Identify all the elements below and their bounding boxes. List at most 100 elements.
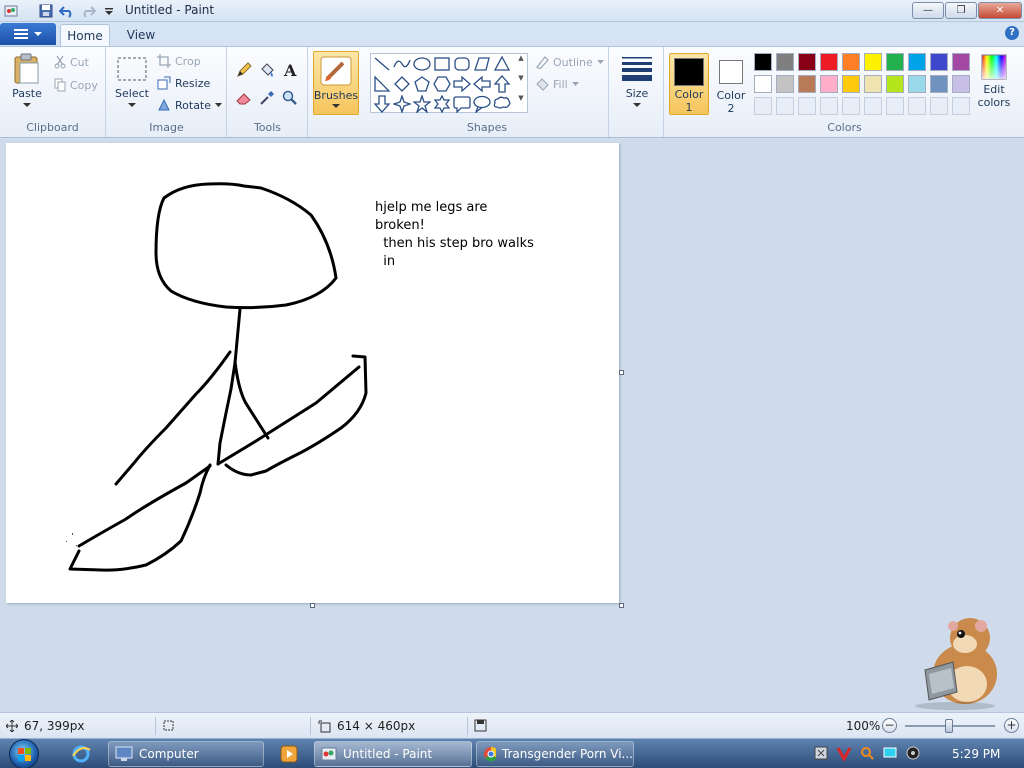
rounded-callout-shape-icon[interactable] <box>453 95 471 113</box>
eraser-icon[interactable] <box>234 88 254 108</box>
edit-colors-button[interactable]: Edit colors <box>976 53 1012 109</box>
redo-icon[interactable] <box>79 2 97 20</box>
color2-button[interactable]: Color 2 <box>711 53 751 115</box>
palette-color-swatch[interactable] <box>798 53 816 71</box>
curve-shape-icon[interactable] <box>393 55 411 73</box>
tab-view[interactable]: View <box>116 24 166 46</box>
palette-empty-swatch[interactable] <box>754 97 772 115</box>
six-point-star-shape-icon[interactable] <box>433 95 451 113</box>
rectangle-shape-icon[interactable] <box>433 55 451 73</box>
palette-empty-swatch[interactable] <box>908 97 926 115</box>
help-button[interactable]: ? <box>1005 26 1019 40</box>
palette-color-swatch[interactable] <box>820 75 838 93</box>
tray-settings-icon[interactable] <box>812 744 830 762</box>
undo-icon[interactable] <box>58 2 76 20</box>
drawing-canvas[interactable]: hjelp me legs are broken! then his step … <box>6 143 619 603</box>
tray-antivirus-icon[interactable] <box>835 744 853 762</box>
right-triangle-shape-icon[interactable] <box>373 75 391 93</box>
line-shape-icon[interactable] <box>373 55 391 73</box>
tray-display-icon[interactable] <box>881 744 899 762</box>
taskbar-computer-button[interactable]: Computer <box>108 741 264 767</box>
text-tool-icon[interactable]: A <box>280 60 300 80</box>
resize-handle-corner[interactable] <box>619 603 624 608</box>
palette-color-swatch[interactable] <box>930 53 948 71</box>
resize-button[interactable]: Resize <box>157 76 210 90</box>
five-point-star-shape-icon[interactable] <box>413 95 431 113</box>
palette-color-swatch[interactable] <box>776 75 794 93</box>
resize-handle-bottom[interactable] <box>310 603 315 608</box>
rotate-button[interactable]: Rotate <box>157 98 223 112</box>
customize-qa-icon[interactable] <box>100 2 118 20</box>
tray-volume-icon[interactable] <box>904 744 922 762</box>
internet-explorer-icon[interactable] <box>70 743 92 765</box>
shapes-scroll-up[interactable]: ▲ <box>514 54 528 72</box>
media-player-icon[interactable] <box>278 743 300 765</box>
select-button[interactable]: Select <box>115 55 149 108</box>
oval-callout-shape-icon[interactable] <box>473 95 491 113</box>
zoom-in-button[interactable]: + <box>1004 718 1019 733</box>
palette-empty-swatch[interactable] <box>886 97 904 115</box>
crop-button[interactable]: Crop <box>157 54 201 68</box>
palette-empty-swatch[interactable] <box>930 97 948 115</box>
polygon-shape-icon[interactable] <box>473 55 491 73</box>
palette-empty-swatch[interactable] <box>776 97 794 115</box>
palette-color-swatch[interactable] <box>952 75 970 93</box>
tray-search-icon[interactable] <box>858 744 876 762</box>
palette-color-swatch[interactable] <box>842 53 860 71</box>
palette-color-swatch[interactable] <box>754 75 772 93</box>
palette-color-swatch[interactable] <box>886 53 904 71</box>
four-point-star-shape-icon[interactable] <box>393 95 411 113</box>
fill-bucket-icon[interactable] <box>257 60 277 80</box>
outline-button[interactable]: Outline <box>535 55 604 69</box>
pentagon-shape-icon[interactable] <box>413 75 431 93</box>
maximize-button[interactable]: ❐ <box>945 2 977 19</box>
diamond-shape-icon[interactable] <box>393 75 411 93</box>
minimize-button[interactable]: — <box>912 2 944 19</box>
palette-color-swatch[interactable] <box>776 53 794 71</box>
left-arrow-shape-icon[interactable] <box>473 75 491 93</box>
copy-button[interactable]: Copy <box>54 78 98 92</box>
palette-color-swatch[interactable] <box>864 75 882 93</box>
resize-handle-right[interactable] <box>619 370 624 375</box>
taskbar-chrome-button[interactable]: Transgender Porn Vi... <box>476 741 634 767</box>
cut-button[interactable]: Cut <box>54 55 89 69</box>
palette-color-swatch[interactable] <box>952 53 970 71</box>
palette-color-swatch[interactable] <box>798 75 816 93</box>
right-arrow-shape-icon[interactable] <box>453 75 471 93</box>
paint-app-icon[interactable] <box>2 2 20 20</box>
tab-home[interactable]: Home <box>60 24 110 46</box>
hexagon-shape-icon[interactable] <box>433 75 451 93</box>
palette-color-swatch[interactable] <box>908 75 926 93</box>
triangle-shape-icon[interactable] <box>493 55 511 73</box>
palette-color-swatch[interactable] <box>930 75 948 93</box>
zoom-slider-thumb[interactable] <box>945 719 953 733</box>
palette-empty-swatch[interactable] <box>842 97 860 115</box>
color-picker-icon[interactable] <box>257 88 277 108</box>
rounded-rectangle-shape-icon[interactable] <box>453 55 471 73</box>
palette-color-swatch[interactable] <box>908 53 926 71</box>
color1-button[interactable]: Color 1 <box>669 53 709 115</box>
fill-button[interactable]: Fill <box>535 77 579 91</box>
shapes-scroll-down[interactable]: ▼ <box>514 74 528 92</box>
taskbar-clock[interactable]: 5:29 PM <box>952 747 1000 761</box>
zoom-out-button[interactable]: − <box>882 718 897 733</box>
brushes-button[interactable]: Brushes <box>313 51 359 115</box>
palette-empty-swatch[interactable] <box>864 97 882 115</box>
palette-color-swatch[interactable] <box>842 75 860 93</box>
palette-color-swatch[interactable] <box>754 53 772 71</box>
oval-shape-icon[interactable] <box>413 55 431 73</box>
palette-color-swatch[interactable] <box>886 75 904 93</box>
pencil-icon[interactable] <box>234 60 254 80</box>
cloud-callout-shape-icon[interactable] <box>493 95 511 113</box>
palette-empty-swatch[interactable] <box>798 97 816 115</box>
paste-button[interactable]: Paste <box>8 53 46 108</box>
palette-empty-swatch[interactable] <box>952 97 970 115</box>
paint-menu-button[interactable] <box>0 23 56 45</box>
palette-color-swatch[interactable] <box>864 53 882 71</box>
size-button[interactable]: Size <box>618 55 656 108</box>
save-icon[interactable] <box>37 2 55 20</box>
close-button[interactable]: ✕ <box>978 2 1022 19</box>
start-button[interactable] <box>4 739 44 768</box>
magnifier-icon[interactable] <box>280 88 300 108</box>
down-arrow-shape-icon[interactable] <box>373 95 391 113</box>
